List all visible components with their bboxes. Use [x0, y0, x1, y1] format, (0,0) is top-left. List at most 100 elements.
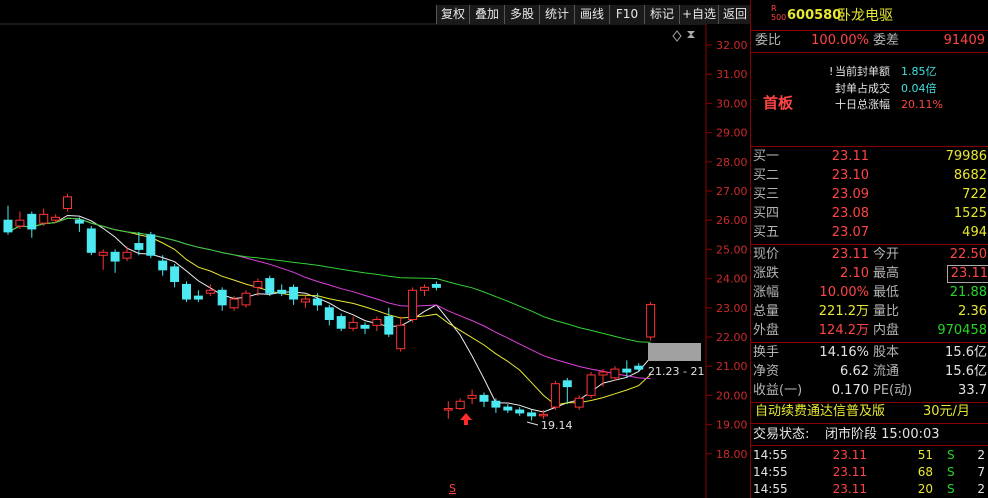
quote-label: 外盘: [753, 323, 780, 338]
f10-button[interactable]: F10: [609, 5, 644, 24]
bid-volume: 722: [962, 187, 987, 202]
tick-price: 23.11: [832, 448, 867, 462]
tick-flag: S: [947, 482, 955, 496]
scroll-arrows-icon[interactable]: [672, 30, 695, 42]
candle: [610, 366, 620, 381]
stat-value: 14.16%: [819, 345, 869, 360]
divider: [751, 30, 988, 31]
quote-value: 970458: [937, 323, 987, 338]
candle: [384, 307, 394, 337]
candle: [182, 281, 191, 302]
weicha-value: 91409: [943, 33, 985, 48]
fengdan-amount-label: 当前封单额: [835, 65, 890, 78]
candle: [634, 363, 644, 373]
candle: [39, 208, 49, 227]
bid-label: 买一: [753, 149, 780, 164]
quote-value: 23.11: [947, 265, 988, 283]
quote-value: 2.36: [958, 304, 987, 319]
promo-text[interactable]: 自动续费通达信普及版: [755, 403, 885, 421]
tick-volume: 51: [917, 448, 933, 462]
chart-toolbar: 复权 叠加 多股 统计 画线 F10 标记 +自选 返回: [0, 5, 751, 24]
promo-price[interactable]: 30元/月: [923, 403, 970, 421]
price-axis-label: 25.00: [716, 243, 748, 256]
price-axis-label: 28.00: [716, 156, 748, 169]
quote-value: 10.00%: [819, 285, 869, 300]
back-button[interactable]: 返回: [718, 5, 751, 24]
price-axis-grid: 32.00 31.00 30.00 29.00 28.00 27.00 26.00 25.00…: [706, 39, 748, 461]
candle: [27, 211, 37, 238]
tick-count: 7: [977, 465, 985, 479]
multi-stock-button[interactable]: 多股: [504, 5, 539, 24]
trade-status-label: 交易状态:: [753, 427, 810, 442]
divider: [751, 146, 988, 147]
quote-label: 最低: [873, 285, 900, 300]
tick-flag: S: [947, 465, 955, 479]
stock-code: 600580: [787, 8, 842, 23]
quote-label: 内盘: [873, 323, 900, 338]
bid-price: 23.08: [831, 206, 869, 221]
add-watchlist-button[interactable]: +自选: [679, 5, 718, 24]
candle: [146, 231, 156, 259]
stat-label: 流通: [873, 364, 900, 379]
stat-value: 15.6亿: [945, 364, 987, 379]
price-axis-label: 20.00: [716, 389, 748, 402]
s-marker[interactable]: S: [449, 482, 456, 495]
kline-chart[interactable]: 32.00 31.00 30.00 29.00 28.00 27.00 26.00 25.00…: [0, 0, 750, 498]
candle: [15, 211, 25, 229]
quote-value: 22.50: [949, 247, 987, 262]
candle: [396, 316, 406, 352]
weicha-label: 委差: [873, 33, 900, 48]
candle: [265, 275, 275, 297]
candle: [408, 287, 418, 323]
price-axis-label: 27.00: [716, 185, 748, 198]
stat-value: 0.170: [831, 383, 869, 398]
fengdan-prefix: !: [829, 65, 834, 78]
price-axis-label: 18.00: [716, 448, 748, 461]
tick-volume: 20: [917, 482, 933, 496]
candle: [122, 246, 132, 262]
candle: [598, 369, 608, 387]
quote-value: 2.10: [840, 266, 869, 281]
tick-price: 23.11: [832, 482, 867, 496]
quote-label: 涨跌: [753, 266, 780, 281]
price-axis-label: 29.00: [716, 127, 748, 140]
price-axis-label: 22.00: [716, 331, 748, 344]
price-axis-label: 30.00: [716, 97, 748, 110]
bid-label: 买四: [753, 206, 780, 221]
quote-panel: R 500 600580 卧龙电驱 委比 100.00% 委差 91409 ! …: [750, 0, 988, 498]
ten-day-label: 十日总涨幅: [835, 98, 890, 111]
candle: [63, 193, 72, 212]
market-tag-top: R: [771, 4, 777, 13]
tick-time: 14:55: [753, 482, 788, 496]
candle: [586, 372, 596, 399]
bid-label: 买二: [753, 168, 780, 183]
candle: [193, 290, 203, 302]
divider: [751, 445, 988, 446]
candle: [515, 407, 525, 416]
candle: [467, 389, 477, 405]
trade-status-value: 闭市阶段 15:00:03: [825, 427, 940, 442]
bid-label: 买三: [753, 187, 780, 202]
price-range-highlight: [648, 343, 701, 361]
statistics-button[interactable]: 统计: [539, 5, 574, 24]
stat-label: 换手: [753, 345, 780, 360]
candle: [301, 296, 310, 308]
price-axis-label: 19.00: [716, 419, 748, 432]
bid-price: 23.11: [831, 149, 869, 164]
candle: [86, 226, 96, 256]
quote-label: 总量: [753, 304, 780, 319]
candle: [503, 404, 513, 413]
quote-label: 今开: [873, 247, 900, 262]
divider: [751, 342, 988, 343]
bid-volume: 8682: [953, 168, 987, 183]
mark-button[interactable]: 标记: [644, 5, 679, 24]
stat-label: PE(动): [873, 383, 913, 398]
candle: [3, 205, 13, 235]
fuquan-button[interactable]: 复权: [436, 5, 469, 24]
weibi-value: 100.00%: [811, 33, 869, 48]
tick-time: 14:55: [753, 465, 788, 479]
overlay-button[interactable]: 叠加: [469, 5, 504, 24]
draw-line-button[interactable]: 画线: [574, 5, 609, 24]
candle: [455, 398, 465, 410]
stock-name: 卧龙电驱: [837, 8, 893, 24]
